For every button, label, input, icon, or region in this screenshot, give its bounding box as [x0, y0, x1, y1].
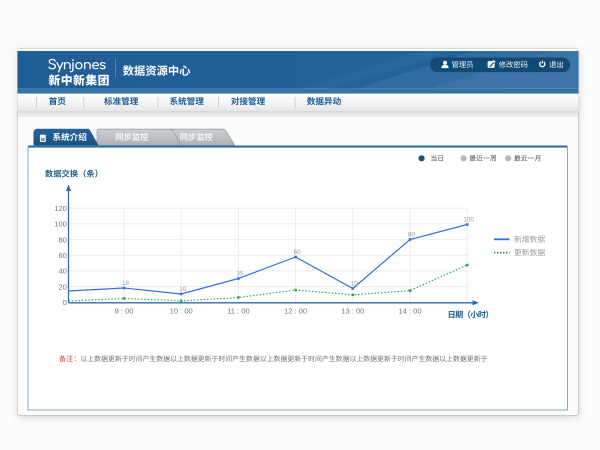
svg-text:60: 60: [58, 251, 66, 260]
svg-text:10: 10: [351, 280, 359, 287]
svg-text:12 : 00: 12 : 00: [284, 306, 307, 315]
svg-text:80: 80: [58, 235, 66, 244]
svg-text:10 : 00: 10 : 00: [170, 306, 193, 315]
svg-text:0: 0: [63, 298, 67, 307]
svg-text:10: 10: [179, 286, 187, 293]
svg-text:80: 80: [408, 231, 416, 238]
svg-text:120: 120: [54, 204, 67, 213]
svg-text:40: 40: [58, 267, 66, 276]
svg-text:100: 100: [54, 220, 67, 229]
svg-text:35: 35: [236, 270, 244, 277]
svg-text:11 : 00: 11 : 00: [227, 306, 249, 315]
svg-text:13 : 00: 13 : 00: [341, 306, 364, 315]
svg-text:9 : 00: 9 : 00: [115, 306, 134, 315]
svg-text:14 : 00: 14 : 00: [398, 306, 421, 315]
svg-text:100: 100: [463, 216, 474, 223]
svg-text:20: 20: [58, 282, 66, 291]
svg-text:18: 18: [122, 280, 130, 287]
svg-text:60: 60: [294, 249, 302, 256]
